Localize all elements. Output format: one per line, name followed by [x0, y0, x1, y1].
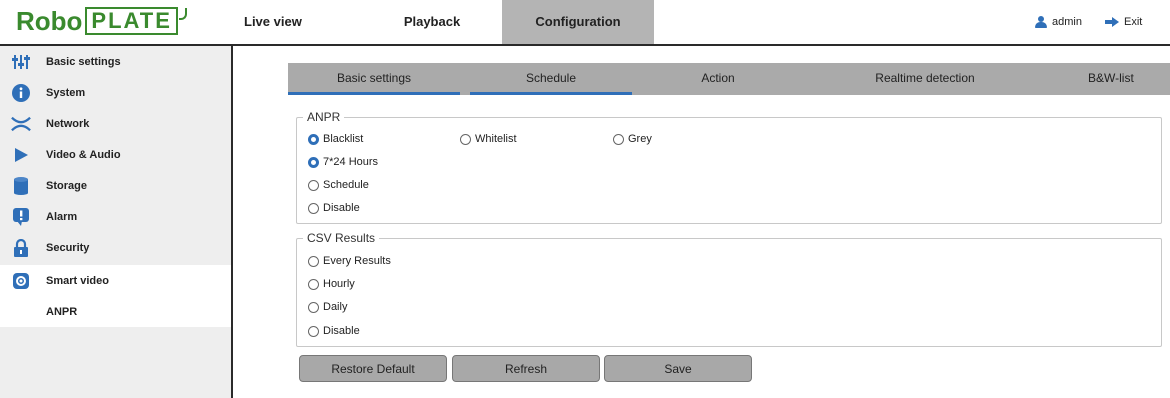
radio-label: Disable: [323, 202, 360, 214]
csv-results-group: CSV Results: [296, 231, 1162, 347]
exit-link[interactable]: Exit: [1105, 0, 1142, 44]
radio-button[interactable]: [308, 179, 319, 191]
config-tabs: Basic settings Schedule Action Realtime …: [288, 63, 1170, 95]
tab-basic-settings[interactable]: Basic settings: [288, 63, 460, 95]
sidebar-item-label: Security: [46, 241, 90, 254]
radio-label: Every Results: [323, 255, 391, 267]
network-icon: [11, 114, 31, 134]
sidebar-subitem-label: ANPR: [46, 305, 78, 318]
radio-label: Blacklist: [323, 133, 364, 145]
logo-text-robo: Robo: [16, 5, 83, 36]
sidebar: Basic settings System Network Video & Au…: [0, 46, 231, 398]
database-icon: [11, 176, 31, 196]
info-icon: [11, 83, 31, 103]
radio-daily[interactable]: Daily: [308, 301, 347, 313]
sidebar-item-label: Storage: [46, 179, 87, 192]
sidebar-item-smart-video[interactable]: Smart video: [0, 265, 231, 296]
play-icon: [11, 145, 31, 165]
radio-label: 7*24 Hours: [323, 156, 379, 168]
nav-configuration[interactable]: Configuration: [502, 0, 654, 44]
sidebar-item-network[interactable]: Network: [0, 108, 231, 139]
radio-schedule[interactable]: Schedule: [308, 179, 369, 191]
radio-label: Disable: [323, 325, 360, 337]
nav-live-view[interactable]: Live view: [232, 0, 312, 44]
lock-icon: [11, 238, 31, 258]
sidebar-item-label: Smart video: [46, 274, 109, 287]
tab-realtime-detection[interactable]: Realtime detection: [804, 63, 1046, 95]
radio-label: Grey: [628, 133, 652, 145]
radio-button-checked[interactable]: [308, 156, 319, 168]
sidebar-item-storage[interactable]: Storage: [0, 170, 231, 201]
radio-7x24-hours[interactable]: 7*24 Hours: [308, 156, 378, 168]
radio-anpr-disable[interactable]: Disable: [308, 202, 360, 214]
sliders-icon: [11, 52, 31, 72]
sidebar-divider: [231, 46, 233, 398]
refresh-button[interactable]: Refresh: [452, 355, 600, 382]
sidebar-subitem-anpr[interactable]: ANPR: [0, 296, 231, 327]
radio-label: Daily: [323, 301, 348, 313]
top-bar: Robo PLATE Live view Playback Configurat…: [0, 0, 1170, 44]
tab-schedule[interactable]: Schedule: [470, 63, 632, 95]
sidebar-item-system[interactable]: System: [0, 77, 231, 108]
user-admin-link[interactable]: admin: [1035, 0, 1082, 44]
radio-button[interactable]: [308, 278, 319, 290]
radio-label: Schedule: [323, 179, 369, 191]
nav-playback[interactable]: Playback: [362, 0, 502, 44]
radio-button[interactable]: [308, 255, 319, 267]
exit-label: Exit: [1124, 16, 1143, 28]
radio-grey[interactable]: Grey: [613, 133, 652, 145]
radio-label: Whitelist: [475, 133, 517, 145]
restore-default-button[interactable]: Restore Default: [299, 355, 447, 382]
sidebar-item-video-audio[interactable]: Video & Audio: [0, 139, 231, 170]
save-button[interactable]: Save: [604, 355, 752, 382]
sidebar-item-security[interactable]: Security: [0, 232, 231, 263]
anpr-legend: ANPR: [307, 110, 341, 124]
sidebar-item-label: Video & Audio: [46, 148, 121, 161]
roboplate-logo: Robo PLATE: [16, 6, 187, 36]
radio-button[interactable]: [613, 133, 624, 145]
alarm-icon: [11, 207, 31, 227]
user-name: admin: [1052, 16, 1082, 28]
radio-hourly[interactable]: Hourly: [308, 278, 355, 290]
radio-button[interactable]: [308, 325, 319, 337]
tab-bw-list[interactable]: B&W-list: [1088, 63, 1170, 95]
radio-button[interactable]: [308, 301, 319, 313]
sidebar-item-basic-settings[interactable]: Basic settings: [0, 46, 231, 77]
user-icon: [1035, 15, 1047, 29]
sidebar-item-label: Basic settings: [46, 55, 121, 68]
radio-button-checked[interactable]: [308, 133, 319, 145]
smart-video-icon: [11, 271, 31, 291]
sidebar-item-label: System: [46, 86, 86, 99]
logo-text-plate: PLATE: [85, 7, 178, 35]
radio-every-results[interactable]: Every Results: [308, 255, 391, 267]
radio-button[interactable]: [308, 202, 319, 214]
sidebar-item-label: Alarm: [46, 210, 78, 223]
radio-blacklist[interactable]: Blacklist: [308, 133, 363, 145]
radio-csv-disable[interactable]: Disable: [308, 325, 360, 337]
logo-mark: [178, 8, 187, 20]
sidebar-item-alarm[interactable]: Alarm: [0, 201, 231, 232]
radio-whitelist[interactable]: Whitelist: [460, 133, 517, 145]
exit-arrow-icon: [1105, 17, 1119, 27]
radio-button[interactable]: [460, 133, 471, 145]
sidebar-item-label: Network: [46, 117, 90, 130]
radio-label: Hourly: [323, 278, 355, 290]
anpr-group: ANPR: [296, 110, 1162, 224]
csv-legend: CSV Results: [307, 231, 376, 245]
tab-action[interactable]: Action: [632, 63, 804, 95]
